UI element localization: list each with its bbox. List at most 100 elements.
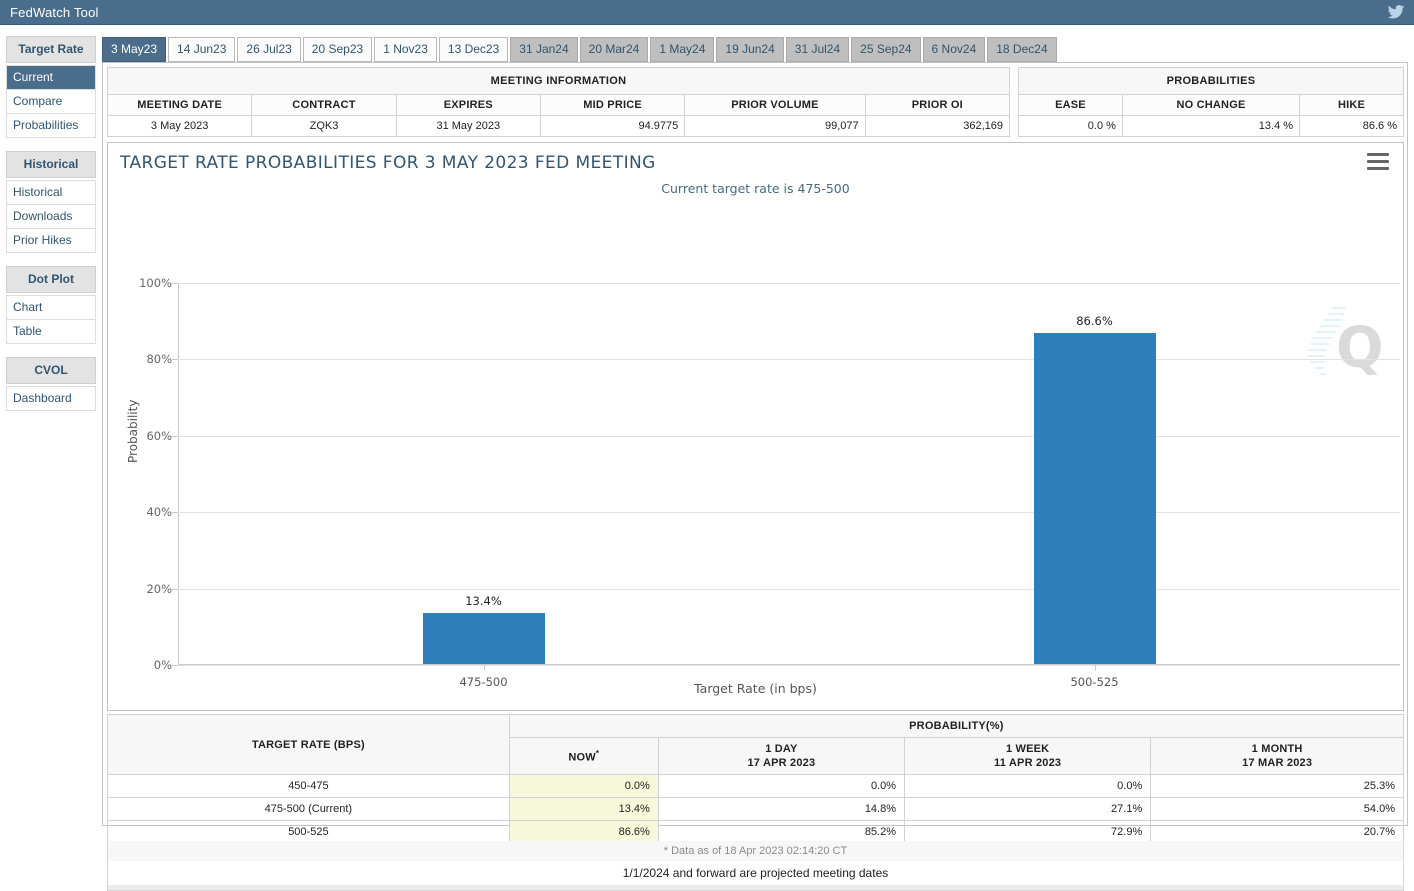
chart-gridline <box>178 359 1400 360</box>
sidebar-spacer <box>6 344 96 357</box>
col-1-month-label: 1 MONTH <box>1252 743 1303 755</box>
col-probability-group: PROBABILITY(%) <box>509 715 1403 738</box>
cell-contract: ZQK3 <box>252 116 396 137</box>
sidebar-item-compare[interactable]: Compare <box>6 90 96 114</box>
cell-1-week: 27.1% <box>905 798 1151 821</box>
cell-hike: 86.6 % <box>1300 116 1404 137</box>
burger-bar <box>1367 167 1389 170</box>
col-1-week-date: 11 APR 2023 <box>913 757 1142 769</box>
twitter-icon[interactable] <box>1386 3 1406 21</box>
y-tick-label: 0% <box>154 658 172 672</box>
cme-q-watermark-icon: Q <box>1302 305 1382 383</box>
tab-20-mar24[interactable]: 20 Mar24 <box>580 37 649 62</box>
meeting-information-table: MEETING INFORMATION MEETING DATE CONTRAC… <box>107 67 1010 137</box>
y-tick-mark <box>172 665 178 666</box>
sidebar-item-downloads[interactable]: Downloads <box>6 205 96 229</box>
col-now: NOW* <box>509 738 658 775</box>
tab-31-jan24[interactable]: 31 Jan24 <box>510 37 577 62</box>
chart-menu-icon[interactable] <box>1367 153 1389 170</box>
cell-ease: 0.0 % <box>1019 116 1123 137</box>
info-tables-row: MEETING INFORMATION MEETING DATE CONTRAC… <box>107 67 1404 137</box>
tab-31-jul24[interactable]: 31 Jul24 <box>786 37 849 62</box>
panel-bottom-strip <box>107 885 1404 891</box>
col-contract: CONTRACT <box>252 95 396 116</box>
tab-19-jun24[interactable]: 19 Jun24 <box>716 37 783 62</box>
chart-title: TARGET RATE PROBABILITIES FOR 3 MAY 2023… <box>120 153 656 173</box>
sidebar-item-chart[interactable]: Chart <box>6 295 96 320</box>
tab-6-nov24[interactable]: 6 Nov24 <box>923 37 986 62</box>
tab-1-may24[interactable]: 1 May24 <box>650 37 714 62</box>
y-tick-label: 20% <box>146 582 172 596</box>
col-target-rate-bps: TARGET RATE (BPS) <box>108 715 510 775</box>
sidebar-item-current[interactable]: Current <box>6 65 96 90</box>
probabilities-caption: PROBABILITIES <box>1019 68 1404 95</box>
chart-bar[interactable] <box>1034 333 1156 664</box>
col-1-day-label: 1 DAY <box>765 743 797 755</box>
sidebar-heading-target-rate: Target Rate <box>6 36 96 63</box>
tab-3-may23[interactable]: 3 May23 <box>102 37 166 62</box>
chart-gridline <box>178 589 1400 590</box>
tab-14-jun23[interactable]: 14 Jun23 <box>168 37 235 62</box>
sidebar-item-prior-hikes[interactable]: Prior Hikes <box>6 229 96 253</box>
tab-20-sep23[interactable]: 20 Sep23 <box>303 37 372 62</box>
cell-1-day: 0.0% <box>658 775 904 798</box>
chart-bar[interactable] <box>423 613 545 664</box>
cell-rate: 450-475 <box>108 775 510 798</box>
cell-meeting-date: 3 May 2023 <box>108 116 252 137</box>
data-asof-footnote: * Data as of 18 Apr 2023 02:14:20 CT <box>107 841 1404 862</box>
col-prior-volume: PRIOR VOLUME <box>685 95 865 116</box>
burger-bar <box>1367 153 1389 156</box>
chart-gridline <box>178 665 1400 666</box>
probability-detail-table-wrap: TARGET RATE (BPS) PROBABILITY(%) NOW* 1 … <box>107 714 1404 844</box>
y-tick-label: 40% <box>146 505 172 519</box>
table-row: 450-475 0.0% 0.0% 0.0% 25.3% <box>108 775 1404 798</box>
cell-1-month: 54.0% <box>1151 798 1404 821</box>
col-mid-price: MID PRICE <box>540 95 684 116</box>
sidebar-spacer <box>6 138 96 151</box>
col-prior-oi: PRIOR OI <box>865 95 1009 116</box>
table-row: 3 May 2023 ZQK3 31 May 2023 94.9775 99,0… <box>108 116 1010 137</box>
window-title: FedWatch Tool <box>0 5 99 20</box>
y-tick-label: 60% <box>146 429 172 443</box>
projected-dates-note: 1/1/2024 and forward are projected meeti… <box>107 861 1404 886</box>
sidebar: Target Rate Current Compare Probabilitie… <box>6 36 96 411</box>
chart-card: TARGET RATE PROBABILITIES FOR 3 MAY 2023… <box>107 142 1404 711</box>
titlebar-actions <box>1386 3 1414 21</box>
sidebar-item-probabilities[interactable]: Probabilities <box>6 114 96 138</box>
chart-subtitle: Current target rate is 475-500 <box>108 181 1403 196</box>
cell-prior-oi: 362,169 <box>865 116 1009 137</box>
burger-bar <box>1367 160 1389 163</box>
sidebar-item-dashboard[interactable]: Dashboard <box>6 386 96 411</box>
tab-26-jul23[interactable]: 26 Jul23 <box>237 37 300 62</box>
col-expires: EXPIRES <box>396 95 540 116</box>
tab-1-nov23[interactable]: 1 Nov23 <box>374 37 437 62</box>
col-1-day-date: 17 APR 2023 <box>667 757 896 769</box>
main-content-panel: MEETING INFORMATION MEETING DATE CONTRAC… <box>102 62 1408 826</box>
cell-1-month: 25.3% <box>1151 775 1404 798</box>
chart-bar-value-label: 13.4% <box>465 594 502 608</box>
tab-18-dec24[interactable]: 18 Dec24 <box>987 37 1056 62</box>
col-ease: EASE <box>1019 95 1123 116</box>
tab-25-sep24[interactable]: 25 Sep24 <box>851 37 920 62</box>
sidebar-item-table[interactable]: Table <box>6 320 96 344</box>
tab-13-dec23[interactable]: 13 Dec23 <box>439 37 508 62</box>
cell-1-week: 0.0% <box>905 775 1151 798</box>
chart-bar-value-label: 86.6% <box>1076 314 1113 328</box>
sidebar-item-historical[interactable]: Historical <box>6 180 96 205</box>
chart-gridline <box>178 436 1400 437</box>
col-hike: HIKE <box>1300 95 1404 116</box>
y-tick-mark <box>172 589 178 590</box>
probability-detail-table: TARGET RATE (BPS) PROBABILITY(%) NOW* 1 … <box>107 714 1404 844</box>
col-no-change: NO CHANGE <box>1122 95 1299 116</box>
col-1-week: 1 WEEK 11 APR 2023 <box>905 738 1151 775</box>
meeting-date-tabs: 3 May2314 Jun2326 Jul2320 Sep231 Nov2313… <box>102 37 1057 62</box>
y-tick-mark <box>172 436 178 437</box>
chart-gridline <box>178 283 1400 284</box>
cell-1-day: 14.8% <box>658 798 904 821</box>
col-now-label: NOW <box>568 751 595 763</box>
table-row: 475-500 (Current) 13.4% 14.8% 27.1% 54.0… <box>108 798 1404 821</box>
col-now-asterisk: * <box>596 749 599 758</box>
chart-y-axis-label: Probability <box>126 400 140 463</box>
y-tick-mark <box>172 283 178 284</box>
col-1-month: 1 MONTH 17 MAR 2023 <box>1151 738 1404 775</box>
